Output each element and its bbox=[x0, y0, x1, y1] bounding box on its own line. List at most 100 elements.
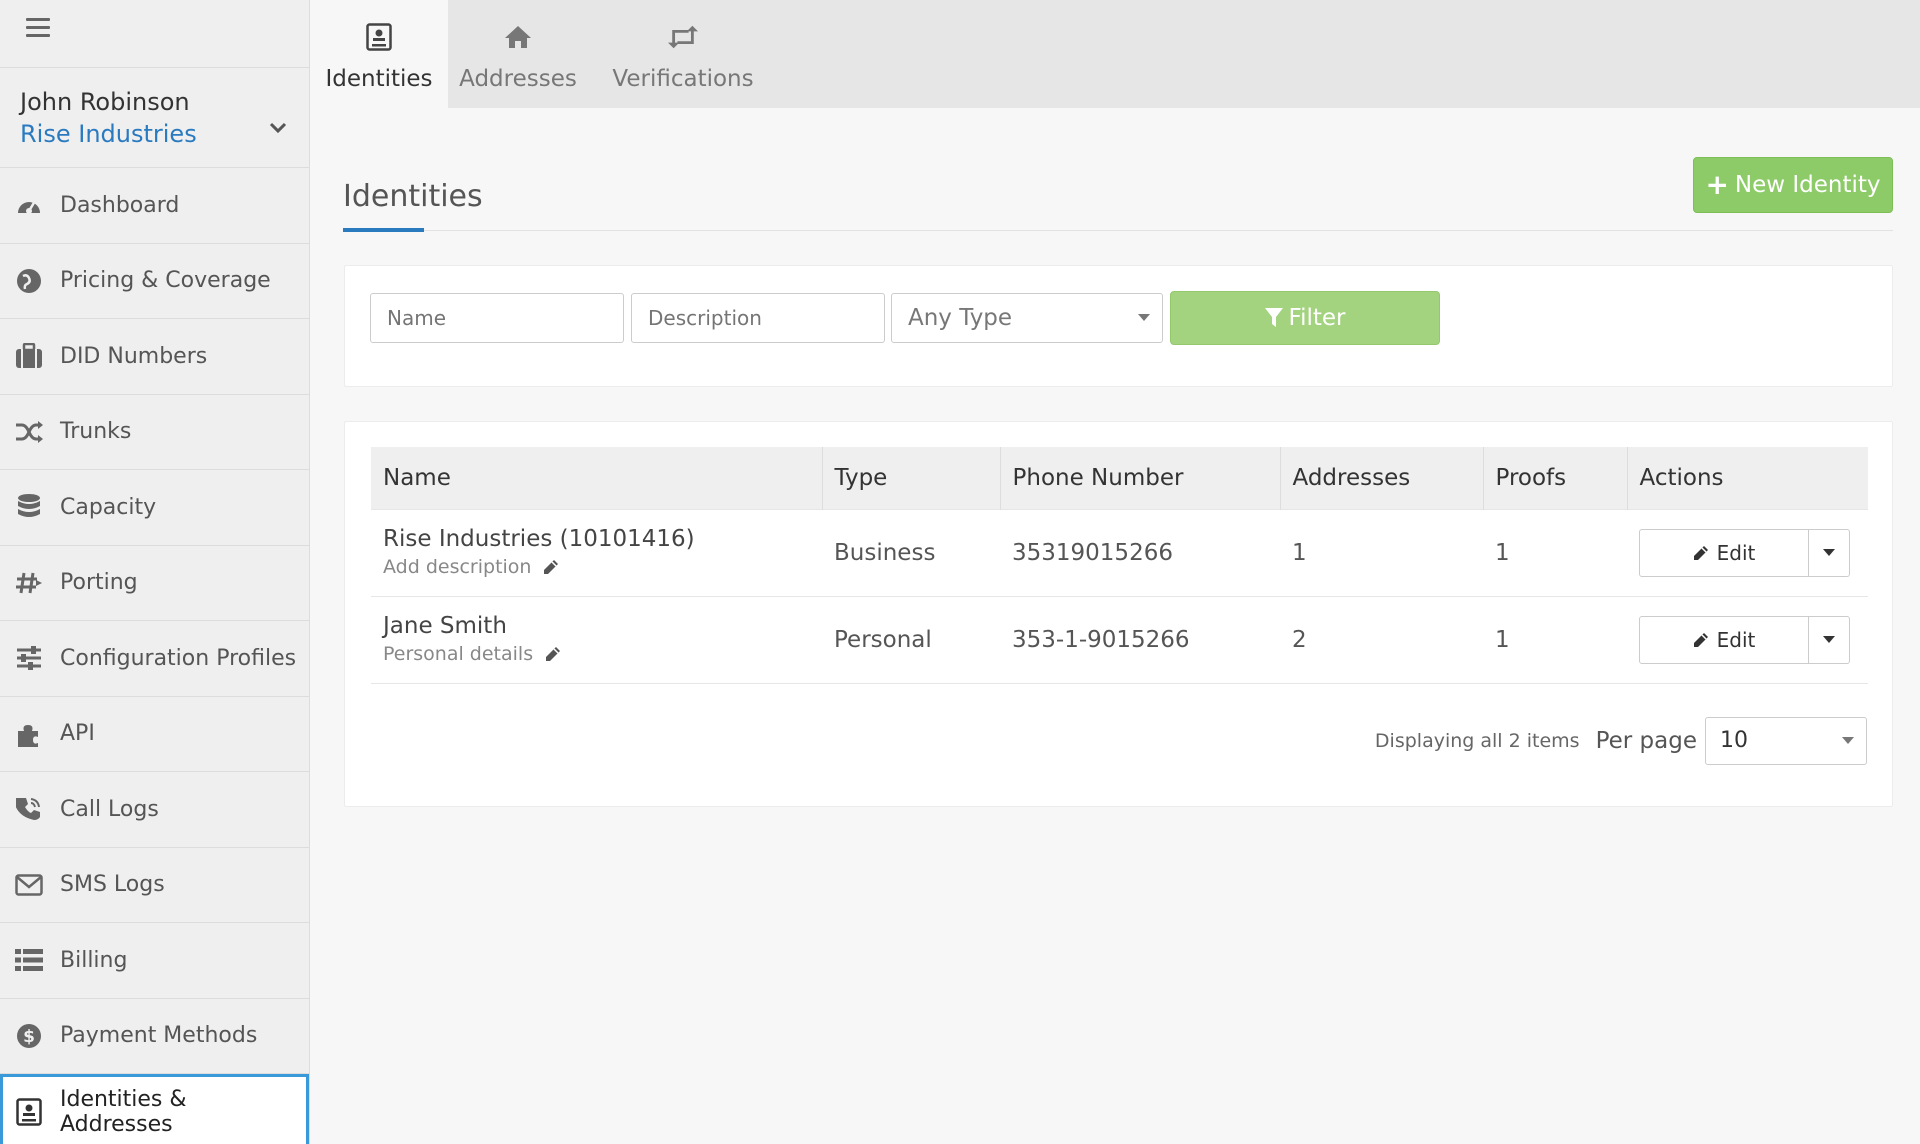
sidebar-item-label: Call Logs bbox=[60, 796, 159, 822]
column-header-type[interactable]: Type bbox=[822, 447, 1001, 509]
filter-button[interactable]: Filter bbox=[1170, 291, 1440, 345]
sidebar-item-call-logs[interactable]: Call Logs bbox=[0, 772, 309, 848]
new-identity-label: New Identity bbox=[1734, 172, 1881, 198]
page-title: Identities bbox=[343, 179, 483, 214]
sidebar-item-label: Payment Methods bbox=[60, 1023, 258, 1049]
retweet-icon bbox=[668, 22, 698, 52]
description-text: Add description bbox=[383, 555, 532, 578]
pencil-icon bbox=[1693, 545, 1708, 560]
sidebar-item-billing[interactable]: Billing bbox=[0, 923, 309, 999]
cell-actions: Edit bbox=[1627, 595, 1868, 684]
hashtag-icon bbox=[14, 568, 44, 598]
column-header-addresses[interactable]: Addresses bbox=[1280, 447, 1484, 509]
table-row: Jane Smith Personal details Personal 353… bbox=[371, 595, 1868, 684]
cell-name: Rise Industries (10101416) Add descripti… bbox=[371, 508, 822, 597]
hamburger-icon bbox=[26, 18, 50, 21]
cell-addresses: 1 bbox=[1280, 508, 1483, 597]
user-name: John Robinson bbox=[20, 88, 190, 116]
type-filter-value: Any Type bbox=[908, 305, 1013, 331]
cell-actions: Edit bbox=[1627, 508, 1868, 597]
sidebar-item-payment-methods[interactable]: $ Payment Methods bbox=[0, 999, 309, 1074]
list-icon bbox=[14, 945, 44, 975]
chevron-down-icon bbox=[269, 122, 287, 134]
cell-phone: 35319015266 bbox=[1000, 508, 1280, 597]
edit-button-label: Edit bbox=[1716, 540, 1756, 565]
cell-phone: 353-1-9015266 bbox=[1000, 595, 1280, 684]
cell-proofs: 1 bbox=[1483, 508, 1627, 597]
tab-identities[interactable]: Identities bbox=[310, 0, 448, 108]
sidebar-item-identities-addresses[interactable]: Identities & Addresses bbox=[0, 1074, 309, 1144]
filter-icon bbox=[1264, 308, 1283, 327]
sidebar-item-did-numbers[interactable]: DID Numbers bbox=[0, 319, 309, 395]
pencil-icon[interactable] bbox=[545, 646, 561, 662]
id-card-icon bbox=[364, 22, 394, 52]
shuffle-icon bbox=[14, 417, 44, 447]
id-card-icon bbox=[14, 1097, 44, 1127]
identities-table: Name Type Phone Number Addresses Proofs … bbox=[371, 447, 1868, 684]
caret-down-icon bbox=[1138, 314, 1150, 321]
tab-label: Identities bbox=[325, 66, 433, 92]
tab-verifications[interactable]: Verifications bbox=[588, 0, 778, 108]
filter-button-label: Filter bbox=[1288, 305, 1346, 331]
menu-toggle-button[interactable] bbox=[0, 0, 309, 68]
description-text: Personal details bbox=[383, 642, 534, 665]
sidebar-item-sms-logs[interactable]: SMS Logs bbox=[0, 848, 309, 923]
description-filter-input[interactable] bbox=[631, 293, 885, 343]
sidebar-item-porting[interactable]: Porting bbox=[0, 546, 309, 621]
row-actions: Edit bbox=[1639, 528, 1868, 577]
sidebar-item-pricing-coverage[interactable]: Pricing & Coverage bbox=[0, 244, 309, 319]
sidebar-item-label: DID Numbers bbox=[60, 343, 208, 369]
sidebar-item-trunks[interactable]: Trunks bbox=[0, 395, 309, 470]
edit-button[interactable]: Edit bbox=[1639, 528, 1809, 577]
name-filter-input[interactable] bbox=[370, 293, 624, 343]
tab-label: Addresses bbox=[459, 66, 577, 92]
type-filter-select[interactable]: Any Type bbox=[891, 293, 1163, 343]
column-header-proofs[interactable]: Proofs bbox=[1483, 447, 1628, 509]
identity-description[interactable]: Add description bbox=[383, 553, 822, 581]
per-page-value: 10 bbox=[1720, 728, 1748, 753]
cell-name: Jane Smith Personal details bbox=[371, 595, 822, 684]
identities-table-panel: Name Type Phone Number Addresses Proofs … bbox=[344, 421, 1893, 807]
column-header-name[interactable]: Name bbox=[371, 447, 823, 509]
sidebar-item-label: Identities & Addresses bbox=[59, 1086, 187, 1137]
sidebar-item-label: Trunks bbox=[60, 419, 132, 445]
sliders-icon bbox=[14, 643, 44, 673]
edit-button-label: Edit bbox=[1716, 627, 1756, 652]
column-header-phone-number[interactable]: Phone Number bbox=[1000, 447, 1281, 509]
table-header-row: Name Type Phone Number Addresses Proofs … bbox=[371, 447, 1868, 509]
pencil-icon[interactable] bbox=[543, 559, 559, 575]
caret-down-icon bbox=[1823, 549, 1835, 556]
actions-dropdown-button[interactable] bbox=[1809, 615, 1850, 664]
sidebar-item-label: Configuration Profiles bbox=[60, 645, 297, 671]
edit-button[interactable]: Edit bbox=[1639, 615, 1809, 664]
sidebar-item-capacity[interactable]: Capacity bbox=[0, 470, 309, 546]
pencil-icon bbox=[1693, 632, 1708, 647]
puzzle-icon bbox=[14, 719, 44, 749]
sidebar-item-dashboard[interactable]: Dashboard bbox=[0, 168, 309, 244]
cell-proofs: 1 bbox=[1483, 595, 1627, 684]
envelope-icon bbox=[14, 870, 44, 900]
column-header-actions: Actions bbox=[1627, 447, 1868, 509]
cell-addresses: 2 bbox=[1280, 595, 1483, 684]
identity-description[interactable]: Personal details bbox=[383, 640, 822, 668]
per-page-label: Per page bbox=[1595, 728, 1697, 754]
account-switcher[interactable]: John Robinson Rise Industries bbox=[0, 68, 309, 168]
phone-icon bbox=[14, 794, 44, 824]
new-identity-button[interactable]: + New Identity bbox=[1693, 157, 1893, 213]
sidebar-item-configuration-profiles[interactable]: Configuration Profiles bbox=[0, 621, 309, 697]
tab-addresses[interactable]: Addresses bbox=[448, 0, 588, 108]
cell-type: Business bbox=[822, 508, 1000, 597]
sidebar-item-api[interactable]: API bbox=[0, 697, 309, 772]
cell-type: Personal bbox=[822, 595, 1000, 684]
svg-text:$: $ bbox=[23, 1027, 35, 1047]
sidebar-item-label: Dashboard bbox=[60, 192, 180, 218]
identity-name[interactable]: Jane Smith bbox=[383, 612, 822, 640]
sidebar: John Robinson Rise Industries Dashboard … bbox=[0, 0, 310, 1144]
identity-name[interactable]: Rise Industries (10101416) bbox=[383, 525, 822, 553]
globe-icon bbox=[14, 266, 44, 296]
database-icon bbox=[14, 492, 44, 522]
sidebar-item-label: API bbox=[60, 721, 95, 747]
per-page-select[interactable]: 10 bbox=[1705, 717, 1867, 765]
sidebar-item-label: Porting bbox=[60, 570, 138, 596]
actions-dropdown-button[interactable] bbox=[1809, 528, 1850, 577]
